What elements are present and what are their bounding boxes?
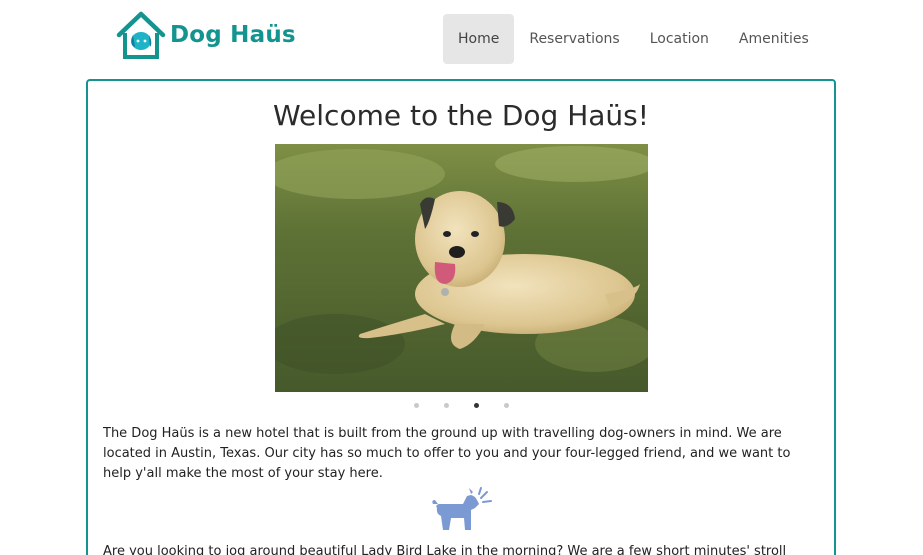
site-header: Dog Haüs Home Reservations Location Amen… <box>0 0 923 80</box>
location-paragraph: Are you looking to jog around beautiful … <box>103 544 787 555</box>
carousel-indicators <box>88 403 834 408</box>
page-title: Welcome to the Dog Haüs! <box>273 99 649 132</box>
carousel-dot-4[interactable] <box>503 403 509 408</box>
house-dog-logo-icon <box>116 11 166 59</box>
brand-name: Dog Haüs <box>170 22 296 48</box>
nav-item-reservations[interactable]: Reservations <box>514 14 634 64</box>
nav-item-location[interactable]: Location <box>635 14 724 64</box>
carousel-dot-2[interactable] <box>443 403 449 408</box>
carousel-dot-1[interactable] <box>413 403 419 408</box>
nav-item-amenities[interactable]: Amenities <box>724 14 824 64</box>
image-carousel[interactable] <box>275 144 648 392</box>
main-nav: Home Reservations Location Amenities <box>443 14 824 64</box>
intro-paragraph: The Dog Haüs is a new hotel that is buil… <box>103 426 791 481</box>
nav-item-home[interactable]: Home <box>443 14 515 64</box>
brand-logo[interactable]: Dog Haüs <box>116 10 296 60</box>
dog-lying-on-grass-photo <box>275 144 648 392</box>
main-content-panel: Welcome to the Dog Haüs! The Dog Haüs is… <box>86 79 836 555</box>
carousel-dot-3[interactable] <box>473 403 479 408</box>
barking-dog-icon <box>432 487 492 530</box>
